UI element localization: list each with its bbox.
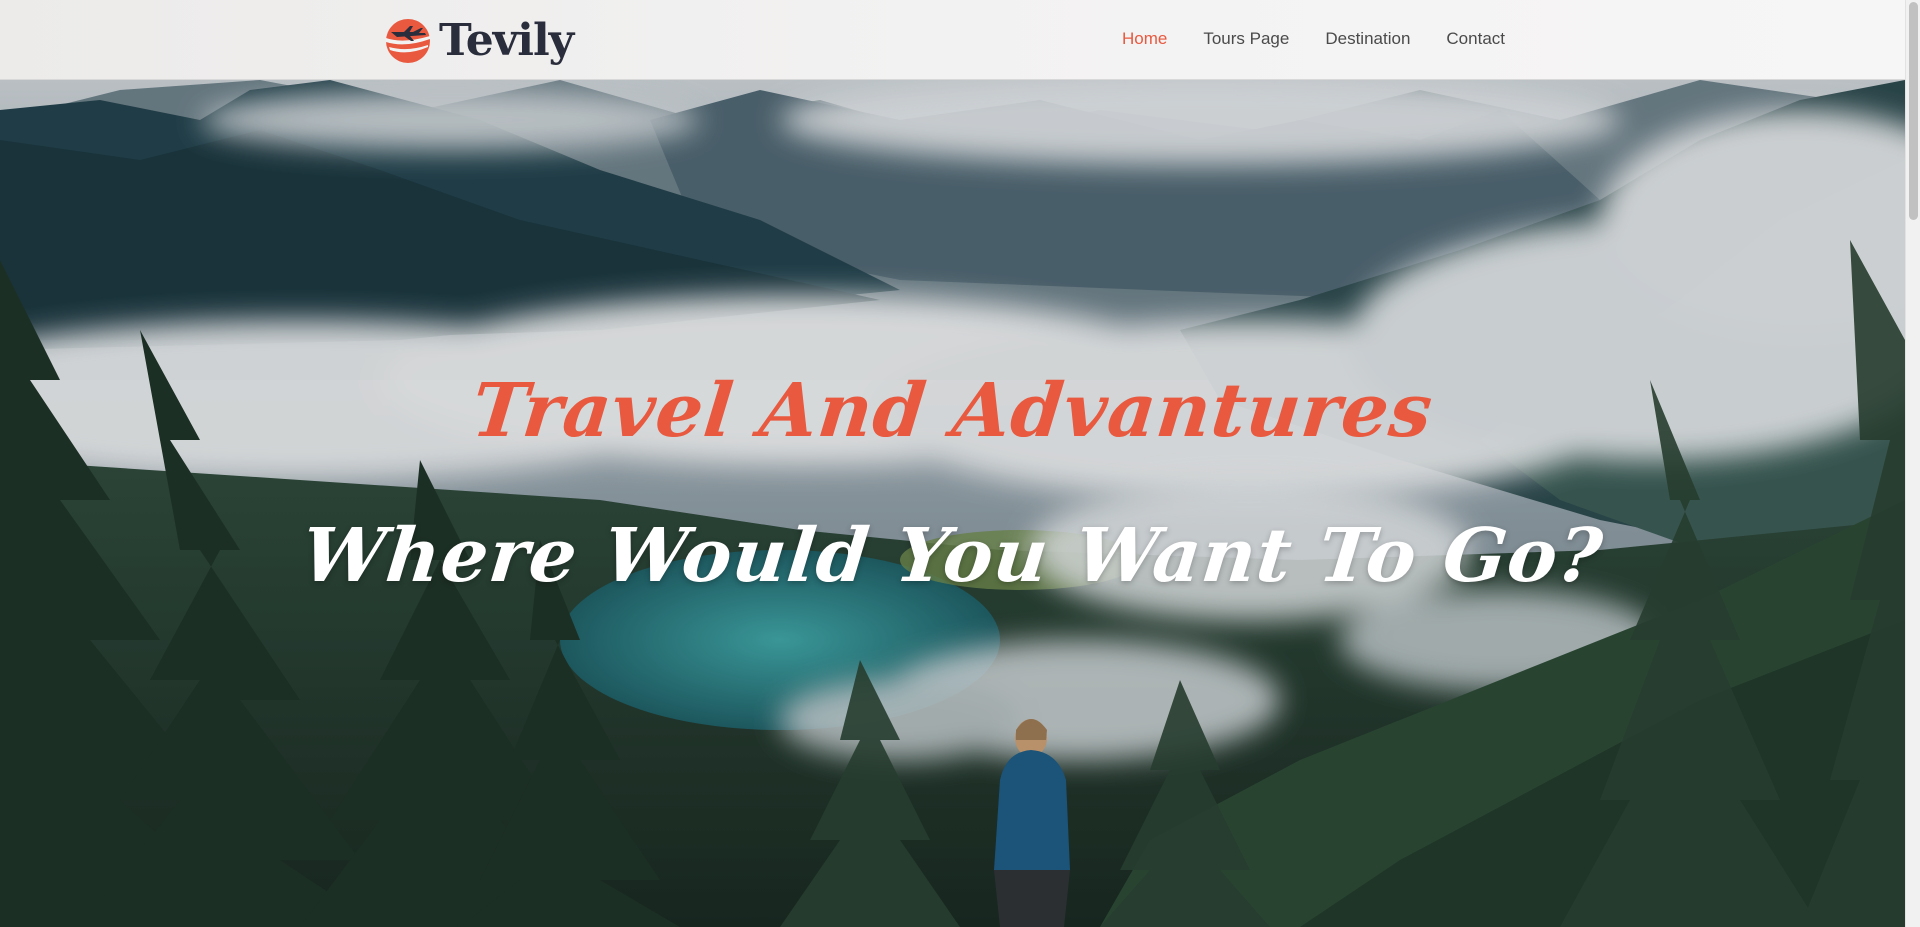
- nav-home[interactable]: Home: [1122, 28, 1167, 50]
- page-scrollbar[interactable]: [1905, 0, 1920, 927]
- nav-contact[interactable]: Contact: [1446, 28, 1505, 50]
- hero-subtitle: Where Would You Want To Go?: [297, 513, 1608, 600]
- hero-title: Travel And Advantures: [468, 367, 1437, 454]
- nav-destination[interactable]: Destination: [1325, 28, 1410, 50]
- hero-background-image: [0, 80, 1905, 927]
- plane-sun-logo-icon: [386, 19, 430, 63]
- nav-tours-page[interactable]: Tours Page: [1203, 28, 1289, 50]
- brand-logo[interactable]: Tevily: [383, 12, 574, 68]
- main-nav: Home Tours Page Destination Contact: [1122, 28, 1505, 50]
- brand-name: Tevily: [439, 15, 574, 66]
- scrollbar-thumb[interactable]: [1909, 2, 1918, 220]
- hero-section: Travel And Advantures Where Would You Wa…: [0, 80, 1905, 927]
- page: Tevily Home Tours Page Destination Conta…: [0, 0, 1905, 927]
- site-header: Tevily Home Tours Page Destination Conta…: [0, 0, 1905, 80]
